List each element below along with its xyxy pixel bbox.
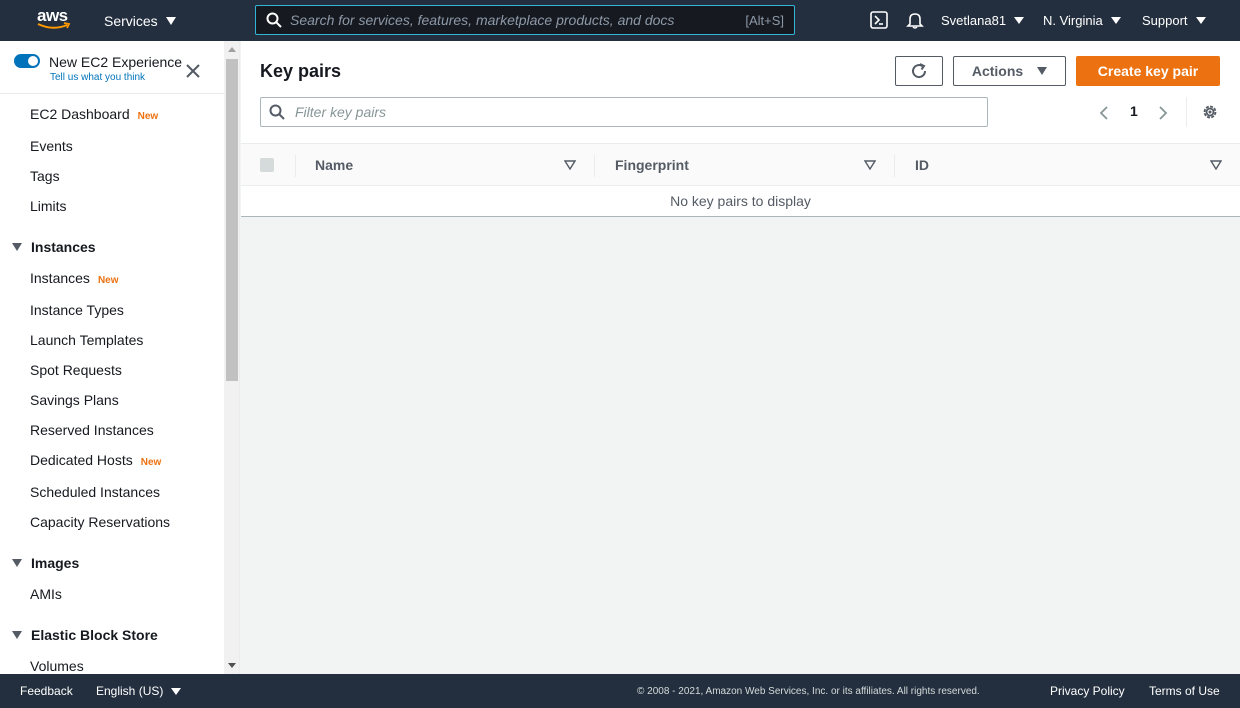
services-menu[interactable]: Services bbox=[104, 0, 176, 41]
chevron-down-icon bbox=[1037, 67, 1048, 75]
table-header: Name Fingerprint ID bbox=[241, 143, 1240, 186]
column-divider bbox=[894, 155, 895, 177]
search-shortcut-hint: [Alt+S] bbox=[745, 12, 784, 28]
section-label: Elastic Block Store bbox=[31, 627, 158, 643]
scroll-down-icon[interactable] bbox=[228, 663, 236, 668]
key-pairs-panel: Key pairs Actions Create key pair 1 bbox=[241, 41, 1240, 217]
refresh-button[interactable] bbox=[895, 56, 943, 86]
close-icon[interactable] bbox=[185, 63, 201, 79]
sidebar-item-spot-requests[interactable]: Spot Requests bbox=[30, 362, 122, 378]
sidebar-section-instances[interactable]: Instances bbox=[12, 239, 96, 255]
copyright-text: © 2008 - 2021, Amazon Web Services, Inc.… bbox=[637, 685, 980, 697]
chevron-down-icon bbox=[171, 687, 182, 695]
privacy-policy-link[interactable]: Privacy Policy bbox=[1050, 674, 1125, 708]
section-label: Instances bbox=[31, 239, 96, 255]
sidebar-item-instances[interactable]: Instances New bbox=[30, 270, 119, 286]
new-badge: New bbox=[97, 275, 119, 286]
caret-down-icon bbox=[12, 631, 22, 639]
filter-bar[interactable] bbox=[260, 97, 988, 127]
new-experience-title: New EC2 Experience bbox=[49, 54, 183, 70]
sidebar-item-label: Instances bbox=[30, 270, 90, 286]
terms-of-use-link[interactable]: Terms of Use bbox=[1149, 674, 1220, 708]
empty-table-message: No key pairs to display bbox=[670, 193, 811, 209]
sidebar-item-volumes[interactable]: Volumes bbox=[30, 658, 84, 674]
sort-icon[interactable] bbox=[864, 160, 876, 170]
services-label: Services bbox=[104, 12, 158, 29]
sidebar-item-reserved-instances[interactable]: Reserved Instances bbox=[30, 422, 154, 438]
column-divider bbox=[295, 155, 296, 177]
gear-icon[interactable] bbox=[1201, 103, 1219, 121]
sidebar: New EC2 Experience Tell us what you thin… bbox=[0, 41, 224, 674]
feedback-button[interactable]: Feedback bbox=[20, 674, 73, 708]
page-number[interactable]: 1 bbox=[1130, 103, 1138, 119]
sidebar-section-images[interactable]: Images bbox=[12, 555, 79, 571]
actions-label: Actions bbox=[971, 63, 1024, 79]
sidebar-item-savings-plans[interactable]: Savings Plans bbox=[30, 392, 119, 408]
bell-icon[interactable] bbox=[906, 11, 924, 29]
new-badge: New bbox=[140, 457, 162, 468]
main-content: Key pairs Actions Create key pair 1 bbox=[241, 41, 1240, 674]
user-menu[interactable]: Svetlana81 bbox=[941, 0, 1025, 41]
region-name: N. Virginia bbox=[1043, 13, 1103, 28]
new-experience-toggle[interactable] bbox=[14, 54, 40, 68]
feedback-link[interactable]: Tell us what you think bbox=[50, 72, 145, 83]
region-menu[interactable]: N. Virginia bbox=[1043, 0, 1121, 41]
sidebar-item-limits[interactable]: Limits bbox=[30, 198, 67, 214]
sidebar-item-label: EC2 Dashboard bbox=[30, 106, 130, 122]
page-title: Key pairs bbox=[260, 61, 342, 81]
aws-logo[interactable]: aws bbox=[37, 6, 73, 32]
global-search-input[interactable] bbox=[290, 12, 746, 28]
caret-down-icon bbox=[12, 559, 22, 567]
chevron-down-icon bbox=[1014, 17, 1025, 24]
user-name: Svetlana81 bbox=[941, 13, 1007, 28]
language-selector[interactable]: English (US) bbox=[96, 674, 182, 708]
actions-button[interactable]: Actions bbox=[953, 56, 1066, 86]
pager-divider bbox=[1186, 97, 1187, 127]
search-icon bbox=[269, 104, 285, 120]
column-header-id[interactable]: ID bbox=[915, 157, 929, 173]
chevron-down-icon bbox=[1110, 17, 1121, 24]
footer: Feedback English (US) © 2008 - 2021, Ama… bbox=[0, 674, 1240, 708]
aws-smile-icon bbox=[37, 22, 71, 29]
chevron-left-icon[interactable] bbox=[1098, 105, 1110, 121]
chevron-down-icon bbox=[1195, 17, 1206, 24]
sidebar-section-elastic-block-store[interactable]: Elastic Block Store bbox=[12, 627, 158, 643]
sort-icon[interactable] bbox=[1210, 160, 1222, 170]
sidebar-item-tags[interactable]: Tags bbox=[30, 168, 60, 184]
search-icon bbox=[266, 12, 282, 28]
sidebar-item-launch-templates[interactable]: Launch Templates bbox=[30, 332, 143, 348]
sidebar-item-dedicated-hosts[interactable]: Dedicated Hosts New bbox=[30, 452, 161, 468]
language-label: English (US) bbox=[96, 684, 164, 698]
sidebar-item-events[interactable]: Events bbox=[30, 138, 73, 154]
new-experience-toggle-row: New EC2 Experience Tell us what you thin… bbox=[0, 41, 224, 94]
sidebar-item-ec2-dashboard[interactable]: EC2 Dashboard New bbox=[30, 106, 158, 122]
sort-icon[interactable] bbox=[564, 160, 576, 170]
create-key-pair-button[interactable]: Create key pair bbox=[1076, 56, 1220, 86]
new-badge: New bbox=[137, 111, 159, 122]
toggle-knob bbox=[28, 56, 38, 66]
scroll-up-icon[interactable] bbox=[228, 47, 236, 52]
sidebar-item-amis[interactable]: AMIs bbox=[30, 586, 62, 602]
section-label: Images bbox=[31, 555, 80, 571]
filter-input[interactable] bbox=[295, 104, 987, 120]
select-all-checkbox[interactable] bbox=[260, 158, 274, 172]
global-search[interactable]: [Alt+S] bbox=[255, 5, 795, 35]
sidebar-scrollbar[interactable] bbox=[224, 41, 240, 674]
refresh-icon bbox=[912, 63, 927, 79]
cloudshell-icon[interactable] bbox=[870, 11, 888, 29]
sidebar-item-label: Dedicated Hosts bbox=[30, 452, 133, 468]
chevron-right-icon[interactable] bbox=[1157, 105, 1169, 121]
column-header-fingerprint[interactable]: Fingerprint bbox=[615, 157, 689, 173]
sidebar-item-capacity-reservations[interactable]: Capacity Reservations bbox=[30, 514, 170, 530]
sidebar-item-scheduled-instances[interactable]: Scheduled Instances bbox=[30, 484, 160, 500]
top-navigation: aws Services [Alt+S] Svetlana81 N. Virgi… bbox=[0, 0, 1240, 41]
sidebar-item-instance-types[interactable]: Instance Types bbox=[30, 302, 124, 318]
column-header-name[interactable]: Name bbox=[315, 157, 353, 173]
support-label: Support bbox=[1142, 13, 1188, 28]
support-menu[interactable]: Support bbox=[1142, 0, 1206, 41]
scroll-thumb[interactable] bbox=[226, 59, 238, 381]
caret-down-icon bbox=[12, 243, 22, 251]
column-divider bbox=[594, 155, 595, 177]
chevron-down-icon bbox=[165, 16, 176, 25]
